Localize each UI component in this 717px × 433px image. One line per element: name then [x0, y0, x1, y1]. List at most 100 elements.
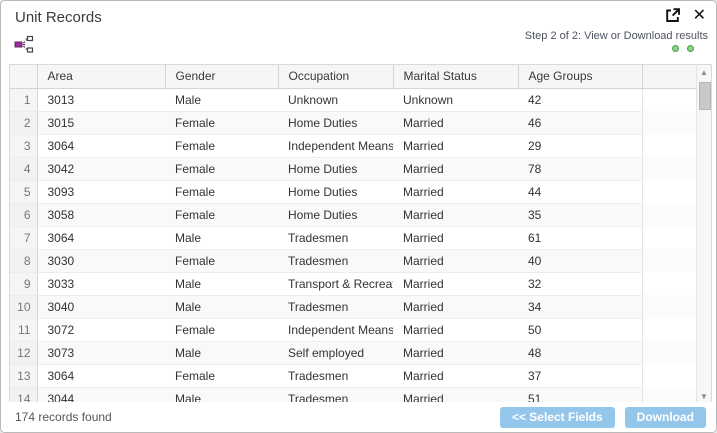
- row-number-cell: 1: [10, 88, 37, 111]
- table-header-row: Area Gender Occupation Marital Status Ag…: [10, 65, 698, 88]
- column-header-occupation[interactable]: Occupation: [278, 65, 393, 88]
- row-number-cell: 8: [10, 249, 37, 272]
- table-cell: Home Duties: [278, 203, 393, 226]
- table-cell: 48: [518, 341, 642, 364]
- filler-cell: [642, 318, 698, 341]
- download-button[interactable]: Download: [625, 407, 706, 428]
- export-icon[interactable]: [664, 7, 681, 24]
- table-cell: Female: [165, 134, 278, 157]
- table-cell: 42: [518, 88, 642, 111]
- table-cell: 3064: [37, 134, 165, 157]
- table-row[interactable]: 103040MaleTradesmenMarried34: [10, 295, 698, 318]
- fields-tree-icon[interactable]: [13, 33, 35, 55]
- table-row[interactable]: 43042FemaleHome DutiesMarried78: [10, 157, 698, 180]
- table-cell: Tradesmen: [278, 295, 393, 318]
- table-row[interactable]: 123073MaleSelf employedMarried48: [10, 341, 698, 364]
- table-cell: 40: [518, 249, 642, 272]
- table-row[interactable]: 23015FemaleHome DutiesMarried46: [10, 111, 698, 134]
- table-cell: Male: [165, 226, 278, 249]
- table-cell: Married: [393, 318, 518, 341]
- table-cell: 3042: [37, 157, 165, 180]
- column-header-gender[interactable]: Gender: [165, 65, 278, 88]
- table-cell: Married: [393, 272, 518, 295]
- table-cell: Male: [165, 295, 278, 318]
- table-row[interactable]: 133064FemaleTradesmenMarried37: [10, 364, 698, 387]
- table-cell: 3058: [37, 203, 165, 226]
- table-row[interactable]: 53093FemaleHome DutiesMarried44: [10, 180, 698, 203]
- row-number-header: [10, 65, 37, 88]
- table-cell: 29: [518, 134, 642, 157]
- table-cell: 61: [518, 226, 642, 249]
- step-indicator-dot: [672, 45, 679, 52]
- table-cell: Married: [393, 134, 518, 157]
- table-cell: Male: [165, 272, 278, 295]
- filler-cell: [642, 249, 698, 272]
- filler-header: [642, 65, 698, 88]
- table-cell: 3073: [37, 341, 165, 364]
- filler-cell: [642, 88, 698, 111]
- dialog-title: Unit Records: [15, 9, 102, 26]
- table-cell: 44: [518, 180, 642, 203]
- window-controls: ✕: [664, 7, 706, 24]
- table-cell: Tradesmen: [278, 364, 393, 387]
- table-cell: Married: [393, 180, 518, 203]
- table-cell: Married: [393, 111, 518, 134]
- records-table: Area Gender Occupation Marital Status Ag…: [10, 65, 698, 404]
- row-number-cell: 3: [10, 134, 37, 157]
- close-icon[interactable]: ✕: [693, 8, 706, 24]
- table-cell: Self employed: [278, 341, 393, 364]
- table-row[interactable]: 13013MaleUnknownUnknown42: [10, 88, 698, 111]
- table-cell: 3064: [37, 226, 165, 249]
- table-cell: 34: [518, 295, 642, 318]
- filler-cell: [642, 203, 698, 226]
- table-row[interactable]: 93033MaleTransport & Recreat...Married32: [10, 272, 698, 295]
- table-cell: 3030: [37, 249, 165, 272]
- filler-cell: [642, 226, 698, 249]
- filler-cell: [642, 111, 698, 134]
- filler-cell: [642, 134, 698, 157]
- table-cell: Married: [393, 295, 518, 318]
- table-cell: Married: [393, 226, 518, 249]
- column-header-age-groups[interactable]: Age Groups: [518, 65, 642, 88]
- table-cell: Female: [165, 249, 278, 272]
- table-cell: 37: [518, 364, 642, 387]
- scroll-up-arrow-icon[interactable]: ▲: [697, 65, 711, 80]
- table-cell: Tradesmen: [278, 249, 393, 272]
- column-header-area[interactable]: Area: [37, 65, 165, 88]
- table-body: 13013MaleUnknownUnknown4223015FemaleHome…: [10, 88, 698, 404]
- filler-cell: [642, 180, 698, 203]
- table-cell: Home Duties: [278, 111, 393, 134]
- vertical-scrollbar[interactable]: ▲ ▼: [696, 65, 711, 404]
- table-row[interactable]: 73064MaleTradesmenMarried61: [10, 226, 698, 249]
- table-row[interactable]: 63058FemaleHome DutiesMarried35: [10, 203, 698, 226]
- table-row[interactable]: 113072FemaleIndependent Means...Married5…: [10, 318, 698, 341]
- row-number-cell: 10: [10, 295, 37, 318]
- table-cell: 46: [518, 111, 642, 134]
- table-cell: 3033: [37, 272, 165, 295]
- table-cell: Female: [165, 157, 278, 180]
- table-cell: Female: [165, 203, 278, 226]
- table-cell: Unknown: [393, 88, 518, 111]
- column-header-marital-status[interactable]: Marital Status: [393, 65, 518, 88]
- table-cell: 3040: [37, 295, 165, 318]
- table-cell: Female: [165, 364, 278, 387]
- table-row[interactable]: 83030FemaleTradesmenMarried40: [10, 249, 698, 272]
- table-cell: Female: [165, 111, 278, 134]
- table-cell: Married: [393, 157, 518, 180]
- row-number-cell: 12: [10, 341, 37, 364]
- table-cell: Male: [165, 341, 278, 364]
- row-number-cell: 5: [10, 180, 37, 203]
- table-cell: Independent Means...: [278, 318, 393, 341]
- table-cell: Tradesmen: [278, 226, 393, 249]
- row-number-cell: 13: [10, 364, 37, 387]
- row-number-cell: 6: [10, 203, 37, 226]
- table-cell: Married: [393, 341, 518, 364]
- scrollbar-thumb[interactable]: [699, 82, 711, 110]
- filler-cell: [642, 295, 698, 318]
- table-cell: 32: [518, 272, 642, 295]
- unit-records-dialog: Unit Records ✕ Step 2 of 2: View or Down…: [0, 0, 717, 433]
- table-row[interactable]: 33064FemaleIndependent Means...Married29: [10, 134, 698, 157]
- table-cell: Home Duties: [278, 157, 393, 180]
- table-cell: Married: [393, 203, 518, 226]
- select-fields-button[interactable]: << Select Fields: [500, 407, 615, 428]
